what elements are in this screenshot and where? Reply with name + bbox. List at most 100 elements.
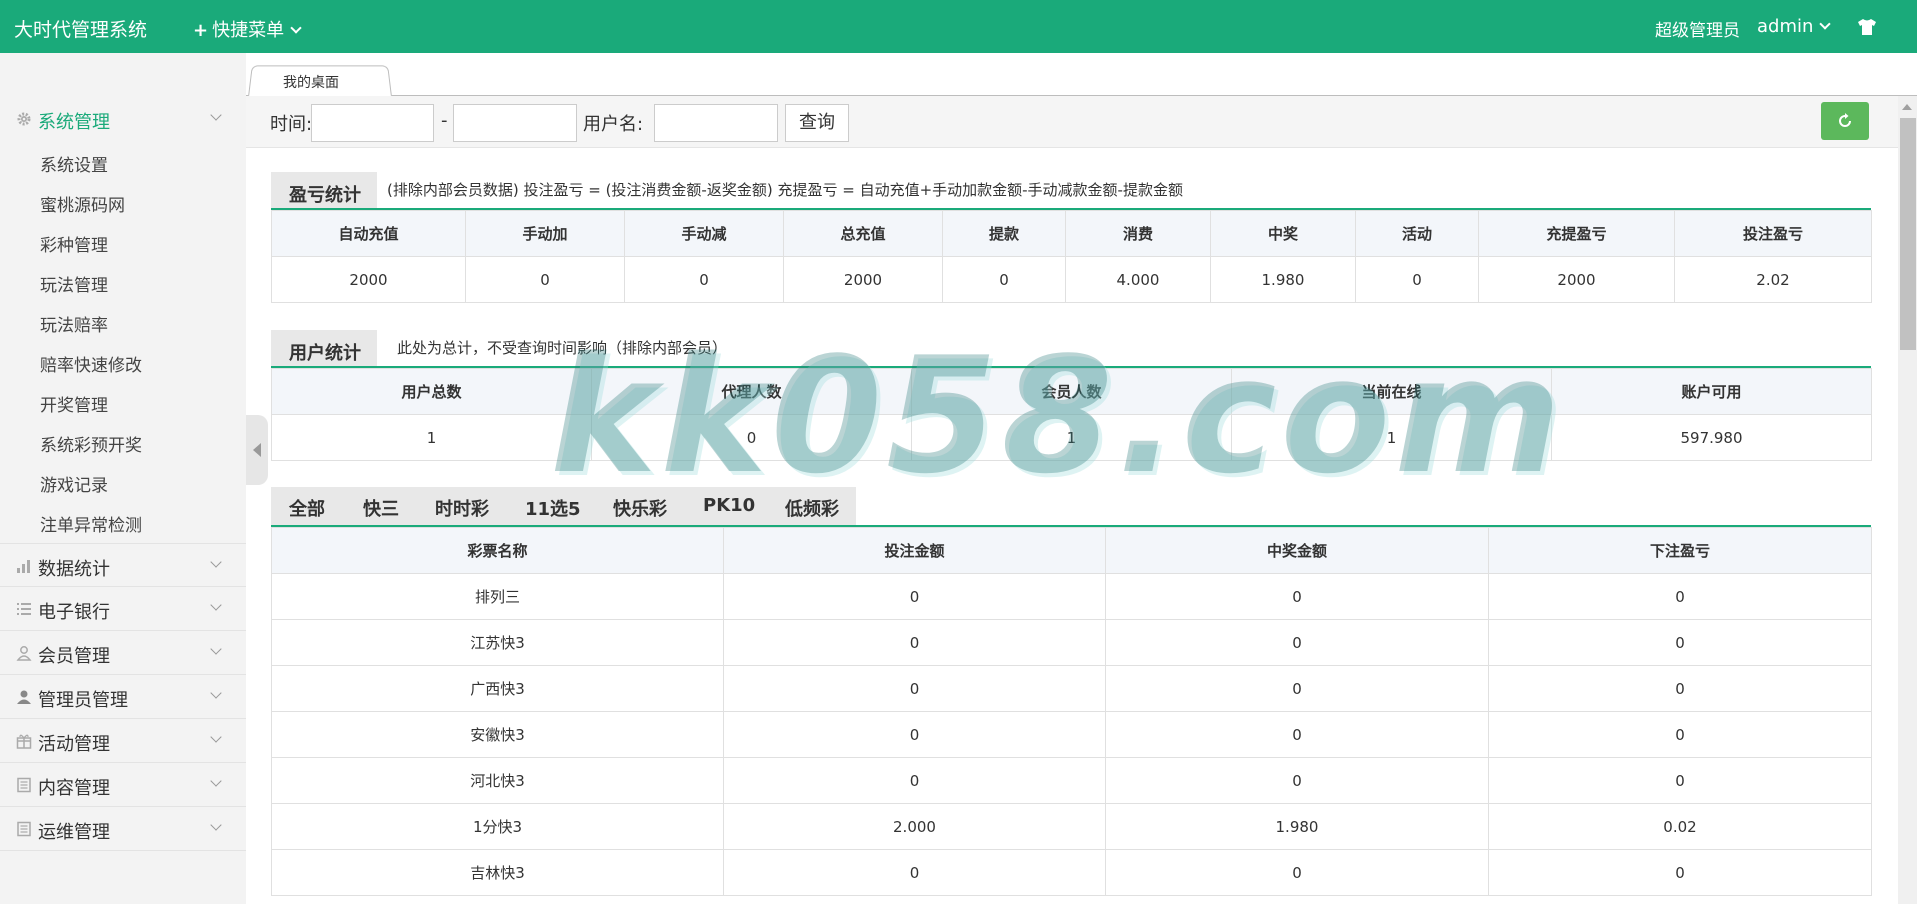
- range-dash: -: [441, 110, 448, 131]
- sidebar-group-content[interactable]: 内容管理: [0, 763, 246, 807]
- tab-ssc[interactable]: 时时彩: [435, 495, 489, 521]
- sidebar-collapse-toggle[interactable]: [246, 415, 268, 485]
- end-time-input[interactable]: [453, 104, 577, 142]
- table-cell: 0.02: [1488, 803, 1872, 850]
- lottery-table: 彩票名称 投注金额 中奖金额 下注盈亏 排列三 0 0 0 江苏快3 0 0 0…: [271, 527, 1872, 896]
- table-cell: 0: [723, 849, 1106, 896]
- sidebar-group-label: 活动管理: [38, 734, 110, 755]
- tab-bar: [246, 53, 1917, 97]
- profit-stats-note: (排除内部会员数据) 投注盈亏 = (投注消费金额-返奖金额) 充提盈亏 = 自…: [387, 181, 1183, 199]
- sidebar-item-source-site[interactable]: 蜜桃源码网: [40, 191, 125, 216]
- table-cell: 0: [1488, 757, 1872, 804]
- tab-low-freq[interactable]: 低频彩: [785, 495, 839, 521]
- table-cell: 1分快3: [271, 803, 724, 850]
- plus-icon: +: [193, 20, 209, 41]
- sidebar-item-draw-management[interactable]: 开奖管理: [40, 391, 108, 416]
- table-cell: 江苏快3: [271, 619, 724, 666]
- chevron-down-icon: [210, 819, 222, 831]
- profit-stats-header: 盈亏统计: [271, 172, 377, 208]
- table-row: 1分快3 2.000 1.980 0.02: [271, 803, 1872, 850]
- table-cell: 广西快3: [271, 665, 724, 712]
- table-cell: 0: [723, 573, 1106, 620]
- theme-shirt-icon[interactable]: [1857, 18, 1877, 36]
- table-cell: 0: [723, 757, 1106, 804]
- tab-klc[interactable]: 快乐彩: [613, 495, 667, 521]
- start-time-input[interactable]: [311, 104, 434, 142]
- refresh-icon: [1839, 113, 1851, 127]
- sidebar-group-admins[interactable]: 管理员管理: [0, 675, 246, 719]
- sidebar-item-play-types[interactable]: 玩法管理: [40, 271, 108, 296]
- quick-menu-label: 快捷菜单: [212, 20, 285, 41]
- table-cell: 0: [1105, 849, 1489, 896]
- sidebar-group-data-stats[interactable]: 数据统计: [0, 543, 246, 587]
- col-header: 投注盈亏: [1674, 210, 1872, 257]
- top-bar: 大时代管理系统 + 快捷菜单 超级管理员 admin: [0, 0, 1917, 53]
- sidebar-item-bet-anomaly[interactable]: 注单异常检测: [40, 511, 142, 536]
- tab-k3[interactable]: 快三: [363, 495, 399, 521]
- tab-pk10[interactable]: PK10: [703, 495, 755, 516]
- col-header: 中奖金额: [1105, 527, 1489, 574]
- col-header: 总充值: [783, 210, 943, 257]
- search-bar: 时间: - 用户名: 查询: [246, 96, 1898, 148]
- sidebar-group-system[interactable]: 系统管理: [0, 97, 246, 141]
- chevron-down-icon: [210, 687, 222, 699]
- table-header-row: 自动充值 手动加 手动减 总充值 提款 消费 中奖 活动 充提盈亏 投注盈亏: [271, 210, 1872, 257]
- sidebar-group-label: 数据统计: [38, 559, 110, 580]
- col-header: 代理人数: [591, 368, 912, 415]
- table-cell: 0: [1105, 573, 1489, 620]
- table-row: 吉林快3 0 0 0: [271, 849, 1872, 896]
- sidebar-group-e-bank[interactable]: 电子银行: [0, 587, 246, 631]
- table-cell: 2000: [1478, 256, 1675, 303]
- tab-my-desk-label[interactable]: 我的桌面: [283, 72, 339, 92]
- refresh-button[interactable]: [1821, 102, 1869, 140]
- sidebar-item-pre-draw[interactable]: 系统彩预开奖: [40, 431, 142, 456]
- sidebar-item-play-odds[interactable]: 玩法赔率: [40, 311, 108, 336]
- chevron-down-icon: [210, 643, 222, 655]
- list-icon: [17, 603, 31, 615]
- table-cell: 2000: [783, 256, 943, 303]
- table-cell: 0: [942, 256, 1066, 303]
- table-cell: 0: [1488, 573, 1872, 620]
- col-header: 投注金额: [723, 527, 1106, 574]
- sidebar-item-system-settings[interactable]: 系统设置: [40, 151, 108, 176]
- query-button[interactable]: 查询: [785, 104, 849, 142]
- table-cell: 1: [271, 414, 592, 461]
- chevron-down-icon: [210, 109, 222, 121]
- table-cell: 河北快3: [271, 757, 724, 804]
- tab-all[interactable]: 全部: [289, 495, 325, 521]
- sidebar-group-label: 电子银行: [38, 602, 110, 623]
- time-label: 时间:: [270, 114, 313, 135]
- document-icon: [17, 821, 31, 837]
- col-header: 下注盈亏: [1488, 527, 1872, 574]
- username: admin: [1757, 16, 1814, 37]
- user-role: 超级管理员: [1655, 21, 1740, 41]
- sidebar-item-game-records[interactable]: 游戏记录: [40, 471, 108, 496]
- quick-menu-button[interactable]: + 快捷菜单: [193, 16, 302, 42]
- table-cell: 0: [1355, 256, 1479, 303]
- table-row: 江苏快3 0 0 0: [271, 619, 1872, 666]
- table-cell: 2000: [271, 256, 466, 303]
- col-header: 活动: [1355, 210, 1479, 257]
- tab-11x5[interactable]: 11选5: [525, 495, 581, 521]
- sidebar-group-label: 管理员管理: [38, 690, 128, 711]
- table-cell: 0: [1105, 711, 1489, 758]
- user-icon: [17, 690, 31, 704]
- lottery-category-tabs: 全部 快三 时时彩 11选5 快乐彩 PK10 低频彩: [271, 487, 856, 525]
- username-label: 用户名:: [583, 114, 644, 135]
- username-input[interactable]: [654, 104, 778, 142]
- sidebar-item-quick-odds[interactable]: 赔率快速修改: [40, 351, 142, 376]
- table-cell: 1.980: [1105, 803, 1489, 850]
- sidebar-group-ops[interactable]: 运维管理: [0, 807, 246, 851]
- user-menu-button[interactable]: admin: [1757, 16, 1832, 37]
- profit-stats-title: 盈亏统计: [289, 185, 361, 206]
- chevron-down-icon: [210, 775, 222, 787]
- chevron-down-icon: [210, 731, 222, 743]
- sidebar-item-lottery-types[interactable]: 彩种管理: [40, 231, 108, 256]
- scrollbar-thumb[interactable]: [1900, 118, 1916, 350]
- scroll-up-arrow-icon[interactable]: [1902, 104, 1912, 110]
- gift-icon: [16, 734, 32, 749]
- table-cell: 1: [1231, 414, 1552, 461]
- sidebar-group-activities[interactable]: 活动管理: [0, 719, 246, 763]
- table-cell: 0: [723, 711, 1106, 758]
- sidebar-group-members[interactable]: 会员管理: [0, 631, 246, 675]
